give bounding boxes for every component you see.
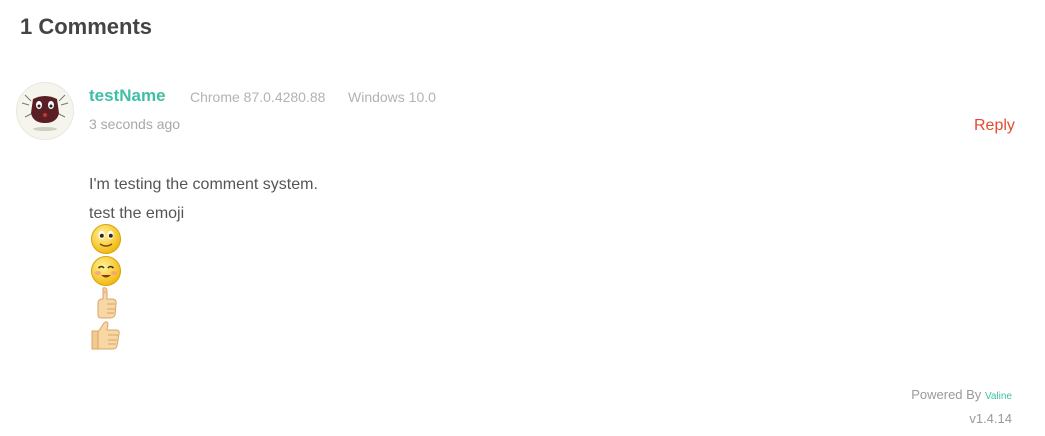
blushing-smiley-icon [89, 255, 123, 287]
reply-button[interactable]: Reply [974, 117, 1015, 135]
comment-time: 3 seconds ago [89, 116, 181, 132]
comment-author[interactable]: testName [89, 86, 166, 106]
os-tag: Windows 10.0 [348, 89, 436, 105]
powered-by-label: Powered By [911, 387, 982, 402]
comment-line: I'm testing the comment system. [89, 176, 318, 193]
thumbs-up-icon [89, 319, 123, 351]
wide-eyed-smiley-icon [89, 223, 123, 255]
emoji-list [89, 223, 125, 351]
browser-tag: Chrome 87.0.4280.88 [190, 89, 326, 105]
avatar [16, 82, 74, 140]
comment-content: I'm testing the comment system. test the… [89, 170, 318, 228]
comments-count-title: 1 Comments [20, 14, 153, 39]
version-label: v1.4.14 [969, 411, 1012, 426]
valine-link[interactable]: Valine [985, 391, 1012, 402]
thumb-up-icon [89, 287, 123, 319]
avatar-image [17, 83, 73, 139]
powered-by: Powered By Valine [911, 387, 1012, 402]
